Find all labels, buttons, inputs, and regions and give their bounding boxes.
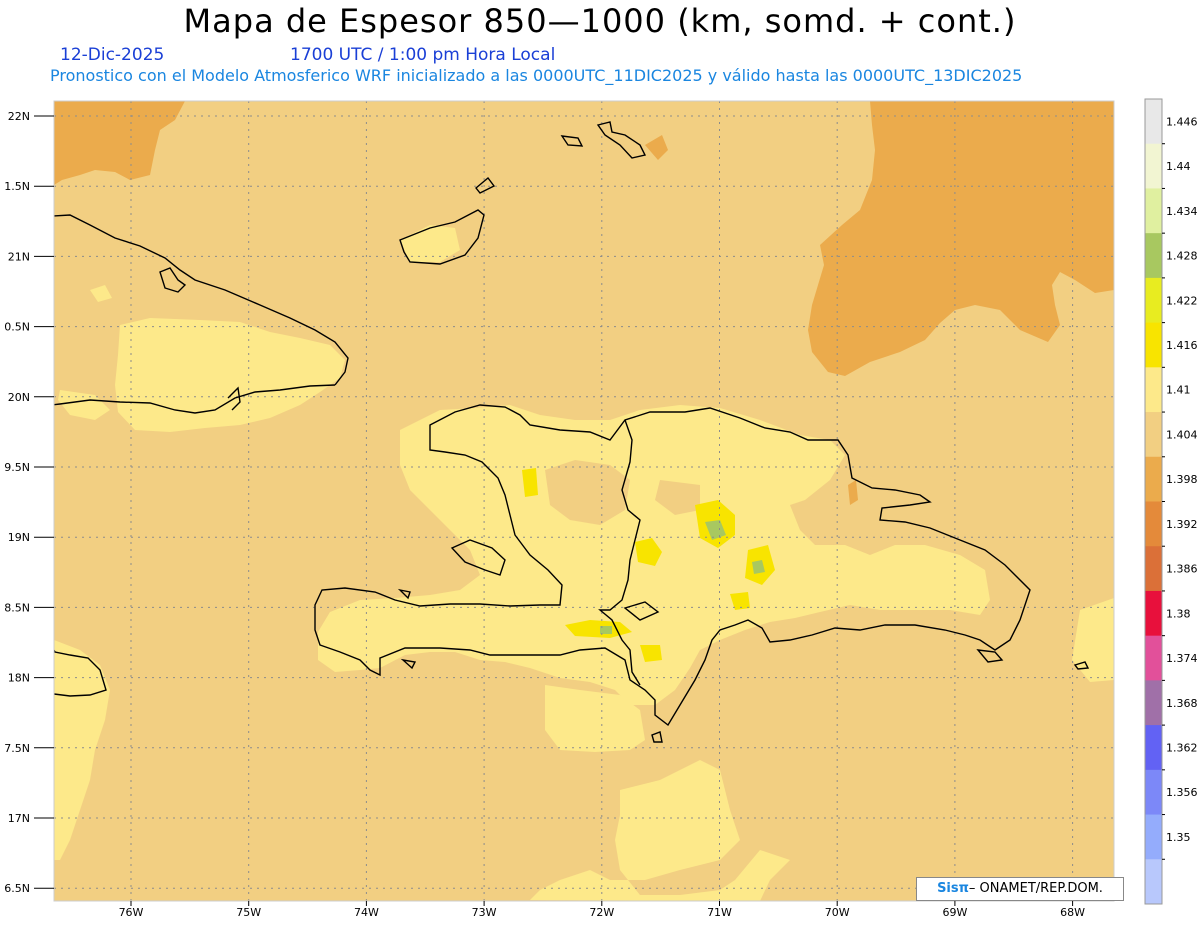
lat-label: 7.5N <box>4 742 30 755</box>
lat-label: 1.5N <box>4 180 30 193</box>
forecast-time: 1700 UTC / 1:00 pm Hora Local <box>290 45 556 65</box>
colorbar-segment <box>1145 546 1162 592</box>
colorbar-segment <box>1145 769 1162 816</box>
colorbar-segment <box>1145 725 1162 771</box>
colorbar-label: 1.41 <box>1166 384 1191 397</box>
lon-label: 68W <box>1060 906 1085 919</box>
lat-label: 19N <box>8 531 30 544</box>
colorbar-segment <box>1145 277 1162 324</box>
colorbar-label: 1.422 <box>1166 294 1198 307</box>
colorbar-segment <box>1145 143 1162 189</box>
colorbar-label: 1.446 <box>1166 115 1198 128</box>
lon-label: 71W <box>707 906 732 919</box>
colorbar-segment <box>1145 412 1162 458</box>
credit-text: – ONAMET/REP.DOM. <box>968 881 1103 896</box>
colorbar-label: 1.404 <box>1166 428 1198 441</box>
lon-label: 74W <box>354 906 379 919</box>
lat-label: 17N <box>8 812 30 825</box>
colorbar-label: 1.35 <box>1166 831 1191 844</box>
colorbar-segment <box>1145 590 1162 637</box>
colorbar-label: 1.356 <box>1166 786 1198 799</box>
colorbar-segment <box>1145 814 1162 860</box>
lon-label: 73W <box>472 906 497 919</box>
lat-label: 0.5N <box>4 321 30 334</box>
colorbar-label: 1.386 <box>1166 563 1198 576</box>
colorbar: 1.446 1.44 1.434 1.428 1.422 1.416 1.41 1.404 1.… <box>1144 98 1198 905</box>
lat-label: 18N <box>8 672 30 685</box>
colorbar-segment <box>1145 501 1162 547</box>
colorbar-label: 1.38 <box>1166 607 1191 620</box>
lon-label: 76W <box>119 906 144 919</box>
lat-label: 22N <box>8 110 30 123</box>
lon-label: 69W <box>942 906 967 919</box>
lat-label: 20N <box>8 391 30 404</box>
longitude-labels: 76W 75W 74W 73W 72W 71W 70W 69W 68W <box>119 901 1085 919</box>
lat-label: 6.5N <box>4 882 30 895</box>
colorbar-segment <box>1145 233 1162 279</box>
colorbar-label: 1.428 <box>1166 250 1198 263</box>
colorbar-label: 1.368 <box>1166 697 1198 710</box>
colorbar-label: 1.374 <box>1166 652 1198 665</box>
page-title: Mapa de Espesor 850—1000 (km, somd. + co… <box>183 2 1017 40</box>
colorbar-segment <box>1145 322 1162 368</box>
colorbar-segment <box>1145 367 1162 413</box>
colorbar-label: 1.416 <box>1166 339 1198 352</box>
thickness-map: 22N 1.5N 21N 0.5N 20N 9.5N 19N 8.5N 18N 7.5N 17N 6.… <box>4 98 1198 919</box>
colorbar-segment <box>1145 188 1162 234</box>
forecast-subtitle: Pronostico con el Modelo Atmosferico WRF… <box>50 66 1023 85</box>
forecast-date: 12-Dic-2025 <box>60 45 165 65</box>
latitude-labels: 22N 1.5N 21N 0.5N 20N 9.5N 19N 8.5N 18N 7.5N 17N 6.… <box>4 110 54 895</box>
colorbar-segment <box>1145 680 1162 726</box>
colorbar-label: 1.362 <box>1166 741 1198 754</box>
colorbar-label: 1.392 <box>1166 518 1198 531</box>
sispi-logo: Sisπ <box>937 881 969 896</box>
lon-label: 75W <box>236 906 261 919</box>
colorbar-segment <box>1145 635 1162 681</box>
lon-label: 72W <box>589 906 614 919</box>
colorbar-label: 1.398 <box>1166 473 1198 486</box>
lon-label: 70W <box>825 906 850 919</box>
lat-label: 8.5N <box>4 601 30 614</box>
lat-label: 21N <box>8 250 30 263</box>
colorbar-segment <box>1145 99 1162 145</box>
lat-label: 9.5N <box>4 461 30 474</box>
credit-box: Sisπ– ONAMET/REP.DOM. <box>916 877 1124 901</box>
colorbar-label: 1.44 <box>1166 160 1191 173</box>
colorbar-segment <box>1145 456 1162 502</box>
colorbar-label: 1.434 <box>1166 205 1198 218</box>
colorbar-segment <box>1145 859 1162 905</box>
